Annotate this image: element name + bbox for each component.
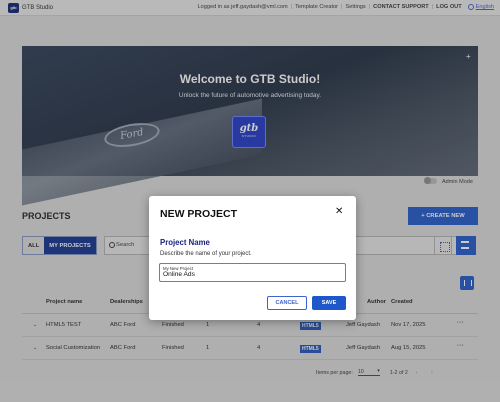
close-icon[interactable]: ✕ [335, 206, 343, 217]
project-name-label: Project Name [160, 238, 210, 247]
project-name-input[interactable]: My New Project Online Ads [159, 263, 346, 282]
project-name-description: Describe the name of your project. [160, 251, 252, 257]
input-value[interactable]: Online Ads [163, 271, 195, 278]
save-button[interactable]: SAVE [312, 296, 346, 310]
cancel-button[interactable]: CANCEL [267, 296, 307, 310]
dialog-title: NEW PROJECT [160, 208, 238, 220]
new-project-dialog: NEW PROJECT ✕ Project Name Describe the … [149, 196, 356, 320]
